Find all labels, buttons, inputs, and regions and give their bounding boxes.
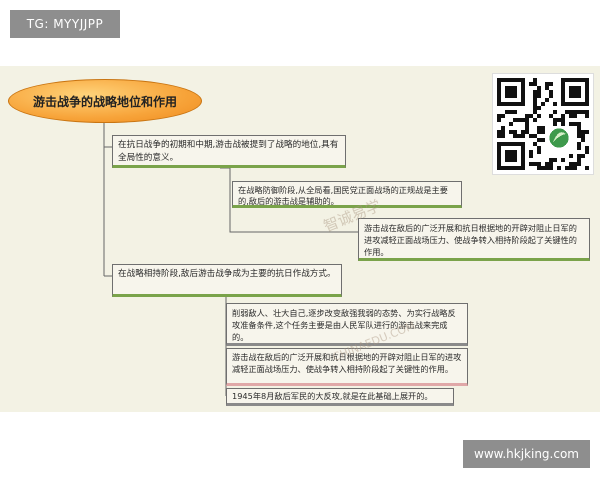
node-initial-stage: 在抗日战争的初期和中期,游击战被提到了战略的地位,具有全局性的意义。 [112, 135, 346, 168]
qr-code [493, 74, 593, 174]
node-strategic-defense: 在战略防御阶段,从全局看,国民党正面战场的正规战是主要的,敌后的游击战是辅助的。 [232, 181, 462, 208]
site-tag: www.hkjking.com [463, 440, 590, 468]
node-stalemate-stage: 在战略相持阶段,敌后游击战争成为主要的抗日作战方式。 [112, 264, 342, 297]
node-expand-base: 游击战在敌后的广泛开展和抗日根据地的开辟对阻止日军的进攻减轻正面战场压力、使战争… [226, 348, 468, 386]
node-weaken-enemy: 削弱敌人、壮大自己,逐步改变敌强我弱的态势、为实行战略反攻准备条件,这个任务主要… [226, 303, 468, 346]
node-counteroffensive: 1945年8月敌后军民的大反攻,就是在此基础上展开的。 [226, 388, 454, 406]
node-guerrilla-key-role: 游击战在敌后的广泛开展和抗日根据地的开辟对阻止日军的进攻减轻正面战场压力、使战争… [358, 218, 590, 261]
diagram-title: 游击战争的战略地位和作用 [8, 79, 202, 123]
